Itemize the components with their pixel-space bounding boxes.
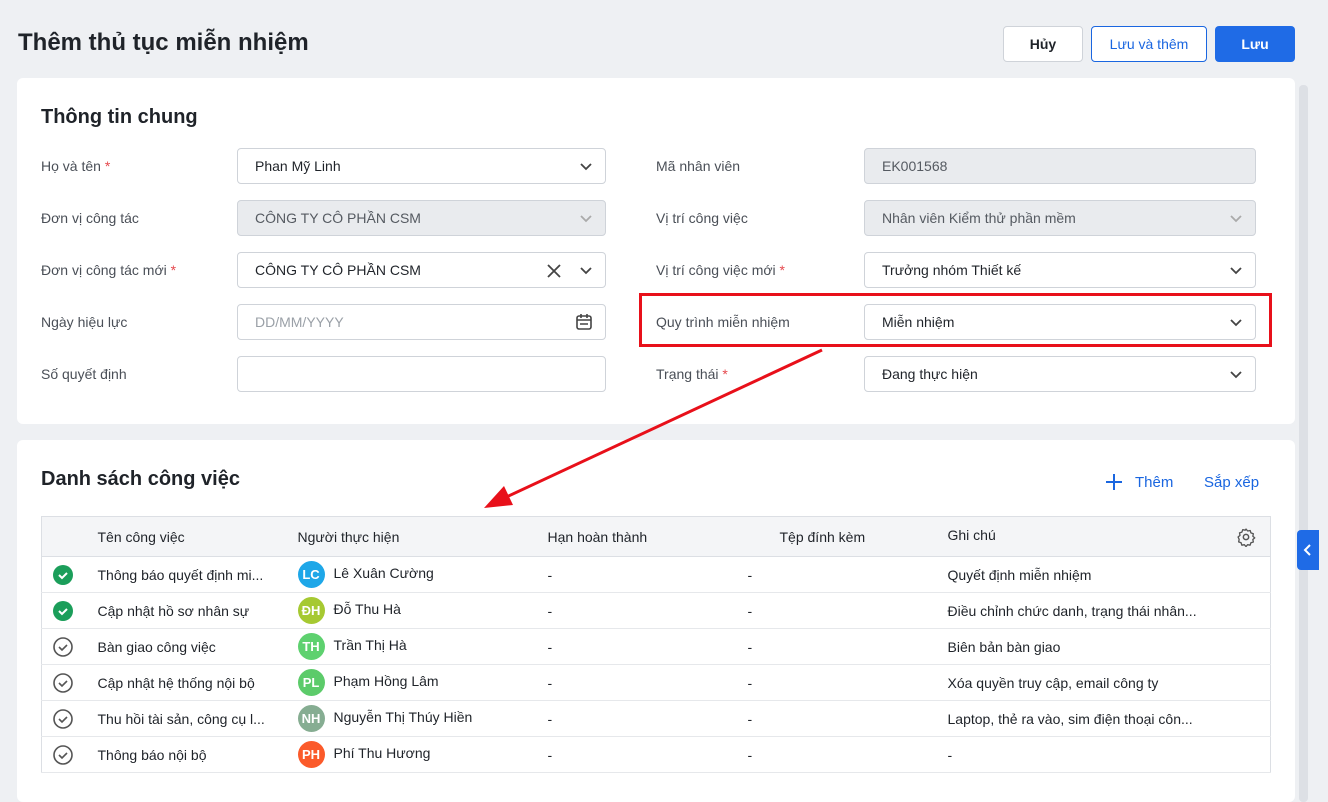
annotation-arrow <box>484 348 823 508</box>
